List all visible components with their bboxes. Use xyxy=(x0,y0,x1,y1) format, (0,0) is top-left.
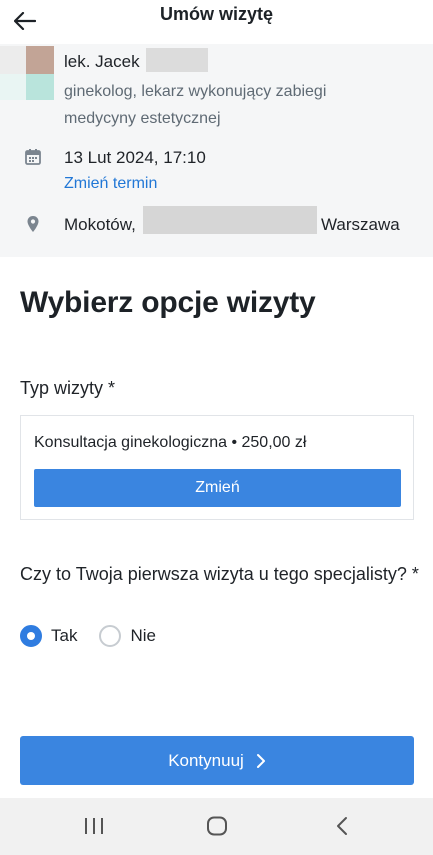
continue-button[interactable]: Kontynuuj xyxy=(20,736,414,785)
redacted-street xyxy=(143,206,317,234)
doctor-specialization: ginekolog, lekarz wykonujący zabiegi med… xyxy=(64,83,327,127)
first-visit-question: Czy to Twoja pierwsza wizyta u tego spec… xyxy=(20,564,419,584)
section-heading: Wybierz opcje wizyty xyxy=(20,286,316,319)
doctor-avatar xyxy=(0,46,56,100)
change-visit-type-button[interactable]: Zmień xyxy=(34,469,401,507)
back-nav-button[interactable] xyxy=(327,814,357,838)
radio-label-tak: Tak xyxy=(51,626,78,645)
doctor-name: lek. Jacek xyxy=(64,52,140,71)
system-navigation-bar xyxy=(0,798,433,855)
visit-type-value: Konsultacja ginekologiczna • 250,00 zł xyxy=(34,434,307,451)
radio-option-tak[interactable]: Tak xyxy=(20,625,77,647)
continue-label: Kontynuuj xyxy=(168,750,244,770)
home-icon xyxy=(207,816,227,836)
app-header: Umów wizytę xyxy=(0,0,433,44)
address-city: Warszawa xyxy=(321,215,400,234)
first-visit-radio-group: Tak Nie xyxy=(20,623,178,649)
change-date-link[interactable]: Zmień termin xyxy=(64,175,157,193)
radio-nie[interactable] xyxy=(99,625,122,647)
radio-tak[interactable] xyxy=(20,625,42,647)
address-district: Mokotów, xyxy=(64,215,136,234)
recent-apps-icon xyxy=(85,818,103,834)
redacted-surname xyxy=(146,48,208,72)
nav-back-icon xyxy=(337,817,347,835)
page-title: Umów wizytę xyxy=(159,4,274,24)
home-button[interactable] xyxy=(202,814,232,838)
recents-button[interactable] xyxy=(79,814,109,838)
visit-type-label: Typ wizyty * xyxy=(20,378,116,398)
calendar-icon xyxy=(25,149,41,165)
chevron-right-icon xyxy=(256,753,265,768)
radio-label-nie: Nie xyxy=(130,626,156,645)
radio-option-nie[interactable]: Nie xyxy=(99,625,156,647)
appointment-datetime: 13 Lut 2024, 17:10 xyxy=(64,148,206,167)
map-pin-icon xyxy=(27,216,39,232)
appointment-summary: lek. Jacek ginekolog, lekarz wykonujący … xyxy=(0,44,433,257)
visit-type-card: Konsultacja ginekologiczna • 250,00 zł Z… xyxy=(20,415,414,520)
